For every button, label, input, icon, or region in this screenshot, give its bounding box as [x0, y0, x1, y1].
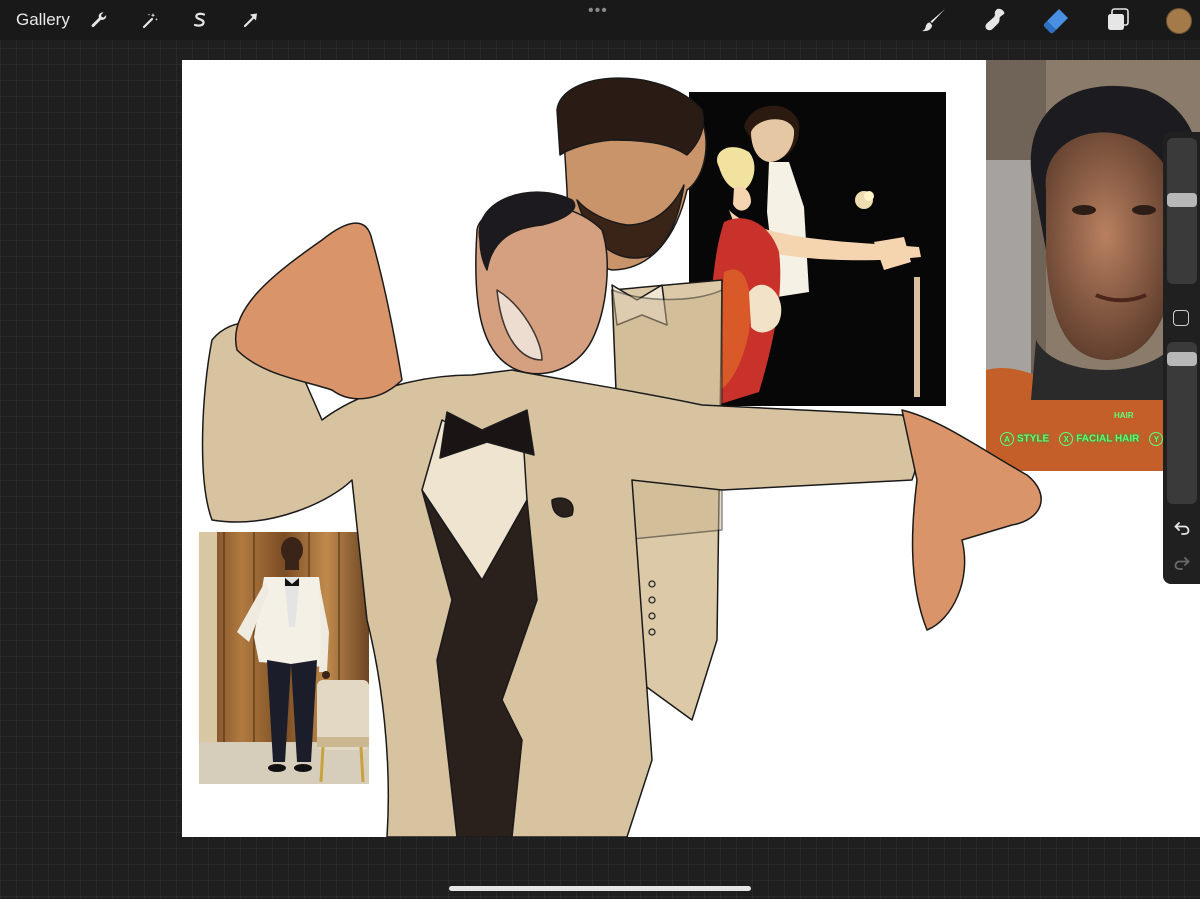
artwork-sketch	[201, 77, 1042, 837]
eraser-icon[interactable]	[1041, 6, 1071, 34]
brush-sidebar	[1163, 132, 1200, 584]
drawing-canvas[interactable]: HAIR ASTYLE XFACIAL HAIR YC	[182, 60, 1200, 837]
transform-arrow-icon[interactable]	[237, 6, 265, 34]
undo-icon[interactable]	[1171, 517, 1193, 539]
wrench-icon[interactable]	[85, 6, 113, 34]
more-menu-icon[interactable]: •••	[588, 2, 608, 20]
color-picker-swatch[interactable]	[1166, 8, 1192, 34]
brush-size-slider[interactable]	[1167, 138, 1197, 284]
magic-wand-icon[interactable]	[136, 6, 164, 34]
opacity-slider[interactable]	[1167, 342, 1197, 504]
top-toolbar: Gallery •••	[0, 0, 1200, 40]
smudge-icon[interactable]	[980, 6, 1010, 34]
brush-size-thumb[interactable]	[1167, 193, 1197, 207]
modify-button[interactable]	[1173, 310, 1189, 326]
redo-icon[interactable]	[1171, 552, 1193, 574]
home-indicator[interactable]	[449, 886, 751, 891]
layers-icon[interactable]	[1103, 6, 1133, 34]
opacity-thumb[interactable]	[1167, 352, 1197, 366]
selection-s-icon[interactable]	[186, 6, 214, 34]
brush-icon[interactable]	[919, 6, 949, 34]
gallery-button[interactable]: Gallery	[16, 10, 70, 30]
